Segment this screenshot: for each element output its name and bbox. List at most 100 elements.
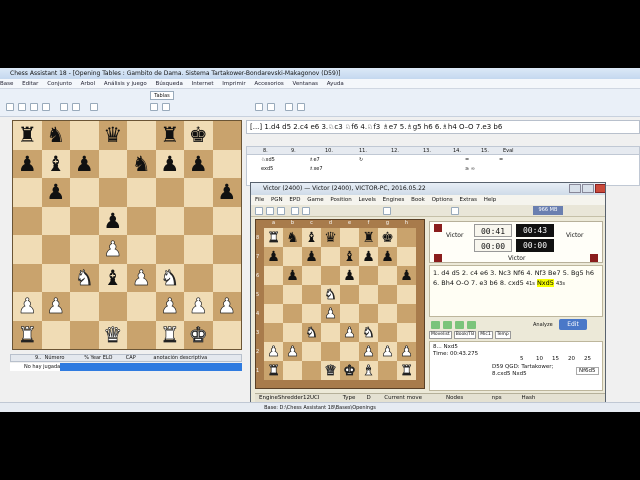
- board-square[interactable]: [378, 285, 397, 304]
- black-king-icon[interactable]: ♚: [189, 123, 208, 147]
- engine-chessboard[interactable]: ♜ ♞ ♝ ♛ ♜ ♚ ♟ ♟ ♝ ♟ ♟ ♟ ♟ ♟ ♞ ♟ ♞ ♟ ♞ ♟ ♟ ♟ ♟ ♟ ♜ ♛ ♚ ♝ ♜: [264, 228, 416, 380]
- board-square[interactable]: [340, 342, 359, 361]
- board-square[interactable]: [321, 266, 340, 285]
- menu-extras[interactable]: Extras: [460, 197, 477, 203]
- move-cell[interactable]: ♘xd5: [261, 157, 275, 163]
- delete-icon[interactable]: [285, 103, 293, 111]
- menu-internet[interactable]: Internet: [192, 81, 214, 87]
- black-pawn-icon[interactable]: ♟: [267, 249, 280, 265]
- board-square[interactable]: ♟: [184, 149, 213, 178]
- black-bishop-icon[interactable]: ♝: [46, 152, 65, 176]
- board-square[interactable]: [359, 304, 378, 323]
- board-square[interactable]: [283, 304, 302, 323]
- black-pawn-icon[interactable]: ♟: [343, 268, 356, 284]
- board-square[interactable]: [70, 320, 99, 349]
- board-square[interactable]: ♟: [378, 247, 397, 266]
- white-pawn-icon[interactable]: ♟: [286, 343, 299, 360]
- board-square[interactable]: [41, 206, 70, 235]
- white-pawn-icon[interactable]: ♟: [160, 294, 180, 319]
- board-square[interactable]: ♟: [155, 149, 184, 178]
- col-annotation[interactable]: anotación descriptiva: [153, 355, 207, 362]
- menu-accesorios[interactable]: Accesorios: [254, 81, 283, 87]
- board-square[interactable]: ♜: [264, 361, 283, 380]
- board-square[interactable]: ♟: [212, 292, 241, 321]
- white-pawn-icon[interactable]: ♟: [324, 305, 337, 322]
- board-square[interactable]: [98, 292, 127, 321]
- board-square[interactable]: ♝: [98, 263, 127, 292]
- board-square[interactable]: ♟: [397, 342, 416, 361]
- board-square[interactable]: [98, 149, 127, 178]
- flip-icon[interactable]: [90, 103, 98, 111]
- board-square[interactable]: ♟: [283, 342, 302, 361]
- black-bishop-icon[interactable]: ♝: [103, 266, 122, 290]
- board-square[interactable]: ♟: [321, 304, 340, 323]
- open-icon[interactable]: [18, 103, 26, 111]
- board-square[interactable]: [359, 285, 378, 304]
- board-square[interactable]: [283, 361, 302, 380]
- board-square[interactable]: [212, 263, 241, 292]
- black-rook-icon[interactable]: ♜: [160, 123, 179, 147]
- white-knight-icon[interactable]: ♞: [362, 324, 375, 341]
- black-rook-icon[interactable]: ♜: [362, 230, 375, 246]
- board-square[interactable]: ♞: [41, 121, 70, 150]
- black-pawn-icon[interactable]: ♟: [75, 152, 94, 176]
- menu-engines[interactable]: Engines: [383, 197, 405, 203]
- board-square[interactable]: ♟: [13, 149, 42, 178]
- col-eval[interactable]: Eval: [503, 148, 514, 154]
- board-square[interactable]: ♝: [340, 247, 359, 266]
- black-knight-icon[interactable]: ♞: [46, 123, 65, 147]
- board-square[interactable]: [127, 178, 156, 207]
- menu-help[interactable]: Help: [484, 197, 497, 203]
- board-square[interactable]: [13, 263, 42, 292]
- maximize-button[interactable]: [582, 184, 594, 193]
- new-icon[interactable]: [6, 103, 14, 111]
- notation-line[interactable]: [...] 1.d4 d5 2.c4 e6 3.♘c3 ♘f6 4.♘f3 ♗e…: [246, 120, 640, 134]
- board-square[interactable]: [378, 323, 397, 342]
- board-square[interactable]: ♟: [184, 292, 213, 321]
- white-knight-icon[interactable]: ♞: [324, 286, 337, 303]
- white-pawn-icon[interactable]: ♟: [188, 294, 208, 319]
- board-square[interactable]: [184, 235, 213, 264]
- tab-movelist[interactable]: Movelist: [429, 331, 452, 339]
- board-square[interactable]: [155, 235, 184, 264]
- black-pawn-icon[interactable]: ♟: [18, 152, 37, 176]
- col-8[interactable]: 8.: [263, 148, 268, 154]
- white-knight-icon[interactable]: ♞: [160, 265, 180, 290]
- board-square[interactable]: ♟: [41, 292, 70, 321]
- forward-icon[interactable]: [72, 103, 80, 111]
- col-9[interactable]: 9.: [291, 148, 296, 154]
- white-rook-icon[interactable]: ♜: [267, 362, 280, 379]
- open-icon[interactable]: [266, 207, 274, 215]
- settings-icon[interactable]: [451, 207, 459, 215]
- board-square[interactable]: ♝: [41, 149, 70, 178]
- filter-icon[interactable]: [162, 103, 170, 111]
- board-square[interactable]: ♛: [321, 228, 340, 247]
- board-square[interactable]: [155, 206, 184, 235]
- black-queen-icon[interactable]: ♛: [103, 123, 122, 147]
- menu-ayuda[interactable]: Ayuda: [327, 81, 344, 87]
- col-14[interactable]: 14.: [453, 148, 461, 154]
- black-pawn-icon[interactable]: ♟: [286, 268, 299, 284]
- board-square[interactable]: ♟: [340, 266, 359, 285]
- black-pawn-icon[interactable]: ♟: [46, 180, 65, 204]
- menu-ventanas[interactable]: Ventanas: [293, 81, 318, 87]
- board-square[interactable]: [127, 121, 156, 150]
- table-icon[interactable]: [255, 103, 263, 111]
- board-square[interactable]: ♛: [321, 361, 340, 380]
- board-square[interactable]: ♞: [302, 323, 321, 342]
- board-square[interactable]: ♟: [98, 206, 127, 235]
- menu-position[interactable]: Position: [330, 197, 351, 203]
- col-15[interactable]: 15.: [481, 148, 489, 154]
- board-square[interactable]: [41, 320, 70, 349]
- board-square[interactable]: ♟: [283, 266, 302, 285]
- book-icon[interactable]: [383, 207, 391, 215]
- back-icon[interactable]: [60, 103, 68, 111]
- board-square[interactable]: ♝: [302, 228, 321, 247]
- menu-imprimir[interactable]: Imprimir: [222, 81, 245, 87]
- board-square[interactable]: [127, 235, 156, 264]
- move-cell[interactable]: ↻: [359, 157, 363, 163]
- engine-icon[interactable]: [302, 207, 310, 215]
- board-square[interactable]: [184, 263, 213, 292]
- board-square[interactable]: [378, 266, 397, 285]
- board-square[interactable]: ♚: [340, 361, 359, 380]
